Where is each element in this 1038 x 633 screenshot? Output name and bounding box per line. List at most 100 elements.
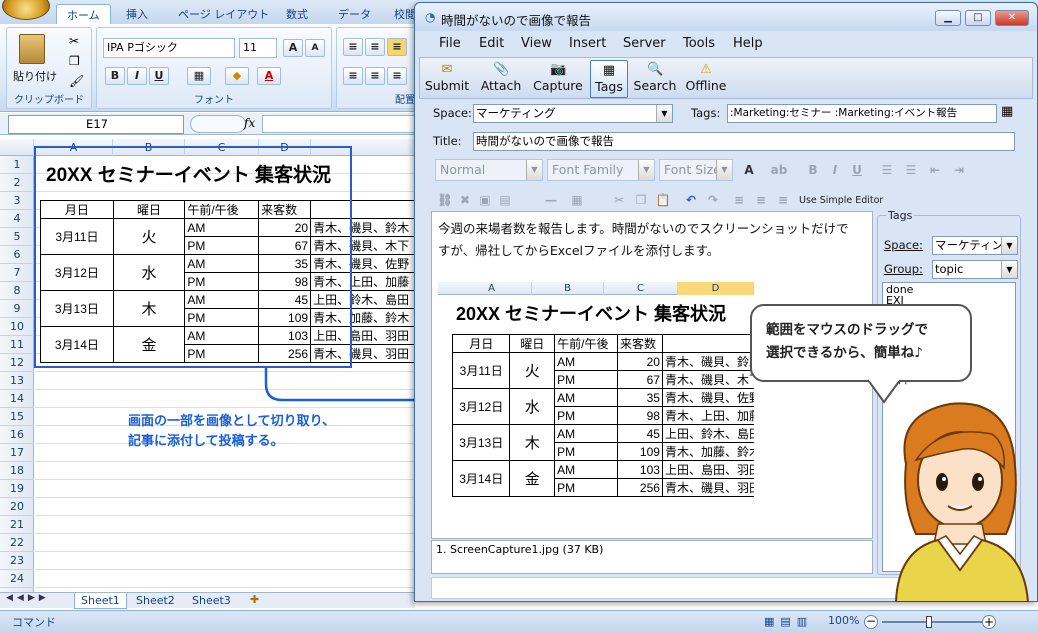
maximize-button[interactable]: □: [965, 10, 991, 26]
attach-button[interactable]: 📎 Attach: [478, 60, 524, 98]
sheet-tab-2[interactable]: Sheet2: [132, 593, 179, 608]
highlight-icon[interactable]: ab: [769, 161, 789, 179]
align-left-icon[interactable]: ≡: [729, 191, 749, 209]
bold-icon[interactable]: B: [803, 161, 823, 179]
menu-file[interactable]: File: [439, 36, 461, 51]
font-name-select[interactable]: IPA Pゴシック: [103, 38, 235, 58]
row-header[interactable]: 8: [0, 282, 34, 300]
attachment-item[interactable]: 1. ScreenCapture1.jpg (37 KB): [436, 543, 868, 556]
font-family-select[interactable]: Font Family ▼: [547, 159, 655, 181]
row-header[interactable]: 10: [0, 318, 34, 336]
menu-tools[interactable]: Tools: [683, 36, 715, 51]
office-button[interactable]: [2, 0, 50, 20]
align-top-button[interactable]: ≡: [343, 38, 363, 56]
close-button[interactable]: ✕: [995, 10, 1029, 26]
underline-icon[interactable]: U: [847, 161, 867, 179]
ribbon-tab-page-layout[interactable]: ページ レイアウト: [168, 4, 279, 24]
bullet-list-icon[interactable]: ☰: [901, 161, 921, 179]
font-color-button[interactable]: A: [257, 67, 281, 85]
row-header[interactable]: 21: [0, 516, 34, 534]
link-icon[interactable]: ⛓: [435, 191, 455, 209]
bold-button[interactable]: B: [105, 67, 125, 85]
border-button[interactable]: ▦: [187, 67, 211, 85]
minimize-button[interactable]: ▁: [935, 10, 961, 26]
space-select[interactable]: マーケティング ▼: [473, 104, 673, 123]
row-header[interactable]: 9: [0, 300, 34, 318]
align-center-button[interactable]: ≡: [365, 67, 385, 85]
tag-picker-icon[interactable]: ▦: [1001, 104, 1013, 119]
numbered-list-icon[interactable]: ☰: [877, 161, 897, 179]
ribbon-tab-insert[interactable]: 挿入: [116, 4, 158, 24]
image-icon[interactable]: ▣: [475, 191, 495, 209]
tags-button[interactable]: ▦ Tags: [590, 60, 628, 98]
select-all-corner[interactable]: [0, 139, 34, 156]
menu-view[interactable]: View: [521, 36, 552, 51]
row-header[interactable]: 14: [0, 390, 34, 408]
ribbon-tab-home[interactable]: ホーム: [56, 4, 111, 24]
align-right-button[interactable]: ≡: [387, 67, 407, 85]
row-header[interactable]: 19: [0, 480, 34, 498]
menu-edit[interactable]: Edit: [479, 36, 504, 51]
row-header[interactable]: 17: [0, 444, 34, 462]
copy-icon[interactable]: ❐: [69, 54, 80, 68]
align-center-icon[interactable]: ≡: [751, 191, 771, 209]
align-right-icon[interactable]: ≡: [773, 191, 793, 209]
row-header[interactable]: 12: [0, 354, 34, 372]
align-left-button[interactable]: ≡: [343, 67, 363, 85]
format-painter-icon[interactable]: 🖌: [69, 74, 84, 88]
embedded-screenshot[interactable]: A B C D 20XX セミナーイベント 集客状況 月日 曜日 午前/午後 来…: [438, 282, 754, 510]
italic-button[interactable]: I: [127, 67, 147, 85]
fill-color-button[interactable]: ◆: [225, 67, 249, 85]
search-button[interactable]: 🔍 Search: [632, 60, 678, 98]
outdent-icon[interactable]: ⇤: [925, 161, 945, 179]
menu-server[interactable]: Server: [623, 36, 666, 51]
row-header[interactable]: 24: [0, 570, 34, 588]
underline-button[interactable]: U: [149, 67, 169, 85]
redo-icon[interactable]: ↷: [703, 191, 723, 209]
row-header[interactable]: 18: [0, 462, 34, 480]
paste-icon[interactable]: [19, 34, 45, 64]
menu-insert[interactable]: Insert: [569, 36, 606, 51]
paste-label[interactable]: 貼り付け: [13, 68, 57, 84]
shrink-font-button[interactable]: A: [305, 39, 325, 57]
italic-icon[interactable]: I: [825, 161, 845, 179]
new-sheet-icon[interactable]: ✚: [250, 593, 259, 606]
row-header[interactable]: 7: [0, 264, 34, 282]
ribbon-tab-data[interactable]: データ: [328, 4, 381, 24]
row-header[interactable]: 1: [0, 156, 34, 174]
unlink-icon[interactable]: ✖: [455, 191, 475, 209]
capture-button[interactable]: 📷 Capture: [532, 60, 584, 98]
paste-icon[interactable]: 📋: [653, 191, 673, 209]
row-header[interactable]: 23: [0, 552, 34, 570]
menu-help[interactable]: Help: [733, 36, 763, 51]
grow-font-button[interactable]: A: [283, 39, 303, 57]
row-header[interactable]: 3: [0, 192, 34, 210]
align-middle-button[interactable]: ≡: [365, 38, 385, 56]
name-box[interactable]: E17: [8, 115, 184, 134]
submit-button[interactable]: ✉ Submit: [424, 60, 470, 98]
row-header[interactable]: 5: [0, 228, 34, 246]
tags-input[interactable]: :Marketing:セミナー :Marketing:イベント報告: [727, 104, 997, 123]
cut-icon[interactable]: ✂: [69, 34, 79, 48]
tags-panel-group-select[interactable]: topic ▼: [932, 260, 1018, 279]
formula-buttons[interactable]: [190, 115, 246, 133]
row-header[interactable]: 11: [0, 336, 34, 354]
row-header[interactable]: 13: [0, 372, 34, 390]
row-header[interactable]: 15: [0, 408, 34, 426]
formula-input[interactable]: [262, 115, 422, 133]
text-color-icon[interactable]: A: [739, 161, 759, 179]
tag-item[interactable]: done: [886, 284, 1012, 295]
simple-editor-link[interactable]: Use Simple Editor: [799, 195, 883, 206]
undo-icon[interactable]: ↶: [681, 191, 701, 209]
insert-table-icon[interactable]: ▦: [567, 191, 587, 209]
copy-icon[interactable]: ❐: [631, 191, 651, 209]
row-header[interactable]: 6: [0, 246, 34, 264]
row-header[interactable]: 22: [0, 534, 34, 552]
zoom-slider[interactable]: [882, 621, 982, 623]
zoom-in-button[interactable]: +: [982, 615, 996, 629]
zoom-level[interactable]: 100%: [828, 614, 859, 627]
table-icon[interactable]: ▤: [495, 191, 515, 209]
font-size-select[interactable]: Font Size ▼: [659, 159, 733, 181]
cut-icon[interactable]: ✂: [609, 191, 629, 209]
tags-panel-space-select[interactable]: マーケティング ▼: [932, 236, 1018, 255]
